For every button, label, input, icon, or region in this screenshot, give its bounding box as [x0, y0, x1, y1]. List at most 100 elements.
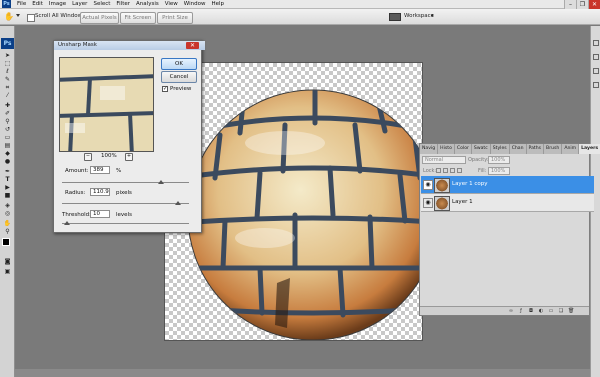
tab-paths[interactable]: Paths	[527, 144, 545, 154]
opacity-label: Opacity:	[468, 157, 489, 163]
brush-tool-icon[interactable]: ✐	[3, 110, 12, 117]
type-tool-icon[interactable]: T	[3, 176, 12, 183]
quick-mask-icon[interactable]: ◙	[3, 258, 12, 265]
quick-select-tool-icon[interactable]: ✎	[3, 76, 12, 83]
zoom-out-icon[interactable]: −	[84, 153, 92, 161]
panel-collapse-icon[interactable]	[593, 40, 599, 46]
tab-color[interactable]: Color	[455, 144, 472, 154]
eraser-tool-icon[interactable]: ▭	[3, 134, 12, 141]
layer-style-icon[interactable]: ƒ	[518, 308, 524, 314]
tab-styles[interactable]: Styles	[491, 144, 510, 154]
visibility-eye-icon[interactable]: ◉	[423, 180, 433, 190]
menu-window[interactable]: Window	[181, 0, 209, 9]
layer-row[interactable]: ◉ Layer 1 copy	[421, 176, 594, 194]
opacity-input[interactable]: 100%	[488, 156, 510, 164]
minimize-icon[interactable]: –	[564, 0, 576, 9]
screen-mode-icon[interactable]: ▣	[3, 268, 12, 275]
lock-all-icon[interactable]	[457, 168, 462, 173]
tab-navigator[interactable]: Navig	[420, 144, 439, 154]
tab-histogram[interactable]: Histo	[438, 144, 455, 154]
lock-position-icon[interactable]	[450, 168, 455, 173]
radius-slider-track[interactable]	[62, 203, 189, 204]
lasso-tool-icon[interactable]: ℓ	[3, 68, 12, 75]
panel-icon[interactable]	[593, 68, 599, 74]
zoom-in-icon[interactable]: +	[125, 153, 133, 161]
menu-help[interactable]: Help	[208, 0, 227, 9]
crop-tool-icon[interactable]: ⌗	[3, 84, 12, 91]
menu-filter[interactable]: Filter	[113, 0, 133, 9]
menu-layer[interactable]: Layer	[69, 0, 90, 9]
menu-image[interactable]: Image	[46, 0, 69, 9]
threshold-slider-track[interactable]	[62, 223, 189, 224]
lock-image-icon[interactable]	[443, 168, 448, 173]
dialog-close-icon[interactable]: ✕	[186, 42, 199, 49]
radius-slider-thumb[interactable]	[174, 201, 181, 205]
menu-select[interactable]: Select	[90, 0, 113, 9]
restore-icon[interactable]: ❐	[576, 0, 588, 9]
layer-row[interactable]: ◉ Layer 1	[421, 194, 594, 212]
panel-icon[interactable]	[593, 82, 599, 88]
layer-mask-icon[interactable]: ◘	[528, 308, 534, 314]
foreground-color-swatch[interactable]	[2, 238, 10, 246]
threshold-slider-thumb[interactable]	[64, 221, 71, 225]
workspace-label[interactable]: Workspace	[404, 13, 434, 19]
clone-stamp-tool-icon[interactable]: ⚲	[3, 118, 12, 125]
document-canvas[interactable]	[164, 62, 423, 341]
tool-preset-dropdown-icon[interactable]	[16, 14, 20, 17]
blur-tool-icon[interactable]: ◆	[3, 150, 12, 157]
hand-tool-icon[interactable]: ✋	[3, 220, 12, 227]
tab-animation[interactable]: Anim	[562, 144, 580, 154]
radius-unit: pixels	[116, 190, 132, 196]
link-layers-icon[interactable]: ∞	[508, 308, 514, 314]
workspace-chevron-down-icon[interactable]: ▾	[431, 13, 434, 19]
cancel-button[interactable]: Cancel	[161, 71, 197, 83]
dodge-tool-icon[interactable]: ●	[3, 158, 12, 165]
radius-input[interactable]: 110.9	[90, 188, 110, 196]
print-size-button[interactable]: Print Size	[157, 12, 193, 24]
eyedropper-tool-icon[interactable]: ⁄	[3, 92, 12, 99]
tab-layers[interactable]: Layers	[579, 144, 600, 154]
fit-screen-button[interactable]: Fit Screen	[120, 12, 156, 24]
tab-channels[interactable]: Chan	[510, 144, 527, 154]
delete-layer-icon[interactable]: 🗑	[568, 308, 574, 314]
history-brush-tool-icon[interactable]: ↺	[3, 126, 12, 133]
tab-brushes[interactable]: Brush	[544, 144, 563, 154]
filter-preview[interactable]	[59, 57, 154, 152]
actual-pixels-button[interactable]: Actual Pixels	[80, 12, 119, 24]
path-selection-tool-icon[interactable]: ▶	[3, 184, 12, 191]
menu-analysis[interactable]: Analysis	[133, 0, 162, 9]
preview-checkbox[interactable]: ✓	[162, 86, 168, 92]
new-layer-icon[interactable]: ❏	[558, 308, 564, 314]
tab-swatches[interactable]: Swatc	[472, 144, 491, 154]
panel-icon[interactable]	[593, 54, 599, 60]
zoom-tool-icon[interactable]: ⚲	[3, 228, 12, 235]
ok-button[interactable]: OK	[161, 58, 197, 70]
hand-tool-icon[interactable]: ✋	[4, 12, 14, 22]
panel-tabs: Navig Histo Color Swatc Styles Chan Path…	[420, 144, 600, 154]
amount-input[interactable]: 389	[90, 166, 110, 174]
adjustment-layer-icon[interactable]: ◐	[538, 308, 544, 314]
marquee-tool-icon[interactable]: ⬚	[3, 60, 12, 67]
menu-edit[interactable]: Edit	[29, 0, 46, 9]
fill-input[interactable]: 100%	[488, 167, 510, 175]
3d-orbit-tool-icon[interactable]: ◎	[3, 210, 12, 217]
menu-file[interactable]: File	[14, 0, 29, 9]
blend-mode-select[interactable]: Normal	[422, 156, 466, 164]
visibility-eye-icon[interactable]: ◉	[423, 198, 433, 208]
healing-brush-tool-icon[interactable]: ✚	[3, 102, 12, 109]
new-group-icon[interactable]: ▭	[548, 308, 554, 314]
menu-view[interactable]: View	[162, 0, 181, 9]
scroll-all-windows-checkbox[interactable]	[27, 14, 35, 22]
3d-rotate-tool-icon[interactable]: ◈	[3, 202, 12, 209]
shape-tool-icon[interactable]: ■	[3, 192, 12, 199]
pen-tool-icon[interactable]: ✒	[3, 168, 12, 175]
threshold-input[interactable]: 10	[90, 210, 110, 218]
lock-transparent-icon[interactable]	[436, 168, 441, 173]
amount-slider-thumb[interactable]	[158, 180, 165, 184]
amount-slider-track[interactable]	[62, 182, 189, 183]
layer-thumbnail	[434, 178, 450, 193]
threshold-label: Threshold:	[62, 212, 91, 218]
move-tool-icon[interactable]: ➤	[3, 52, 12, 59]
close-icon[interactable]: ✕	[588, 0, 600, 9]
gradient-tool-icon[interactable]: ▤	[3, 142, 12, 149]
